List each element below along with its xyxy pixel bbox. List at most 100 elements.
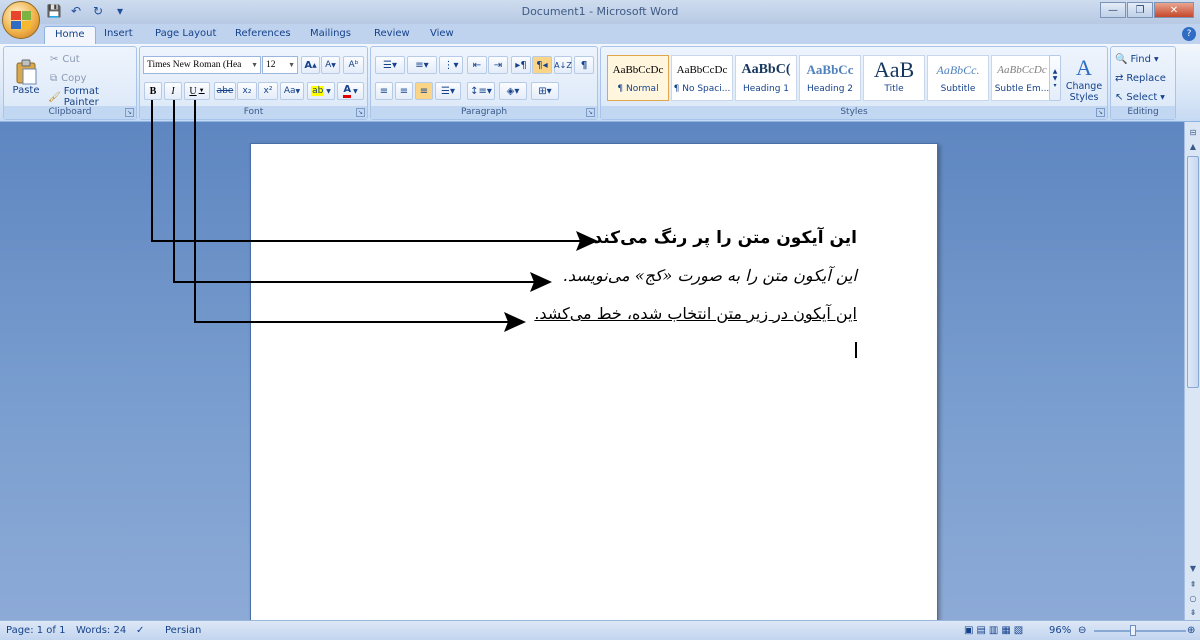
tab-view[interactable]: View [430, 26, 454, 44]
style-no-spacing[interactable]: AaBbCcDc ¶ No Spaci... [671, 55, 733, 101]
vertical-scrollbar[interactable]: ⊟ ▲ ▼ ⇞ ○ ⇟ [1184, 122, 1200, 620]
tab-mailings[interactable]: Mailings [310, 26, 351, 44]
maximize-button[interactable]: ❐ [1127, 2, 1153, 18]
subscript-button[interactable]: x₂ [237, 82, 257, 100]
format-painter-label: Format Painter [63, 86, 99, 108]
increase-indent-button[interactable]: ⇥ [488, 56, 508, 74]
styles-launcher-icon[interactable]: ↘ [1096, 108, 1105, 117]
cut-button[interactable]: ✂ Cut [50, 52, 80, 66]
scroll-thumb[interactable] [1187, 156, 1199, 388]
underline-button[interactable]: U ▼ [184, 82, 210, 100]
ribbon: Paste ✂ Cut ⧉ Copy 🖌 Format Painter Clipboa… [0, 44, 1200, 122]
zoom-slider[interactable] [1094, 630, 1186, 632]
tab-insert[interactable]: Insert [104, 26, 133, 44]
font-group: Times New Roman (Hea ▼ 12 ▼ A ▲ A ▼ Aᵇ B I U… [139, 46, 368, 120]
scroll-down-icon[interactable]: ▼ [1186, 562, 1200, 576]
zoom-out-icon[interactable]: ⊖ [1078, 625, 1086, 636]
sort-icon: A↓Z [554, 60, 572, 70]
shading-button[interactable]: ◈▾ [499, 82, 527, 100]
replace-button[interactable]: ⇄ Replace [1115, 71, 1166, 85]
minimize-button[interactable]: — [1100, 2, 1126, 18]
clipboard-group-label: Clipboard [4, 106, 136, 119]
paragraph-launcher-icon[interactable]: ↘ [586, 108, 595, 117]
word-count[interactable]: Words: 24 [76, 625, 126, 636]
superscript-button[interactable]: x² [258, 82, 278, 100]
format-painter-button[interactable]: 🖌 Format Painter [48, 86, 136, 108]
replace-icon: ⇄ [1115, 72, 1124, 84]
zoom-level[interactable]: 96% [1049, 625, 1071, 636]
grow-font-button[interactable]: A ▲ [301, 56, 320, 74]
font-launcher-icon[interactable]: ↘ [356, 108, 365, 117]
tab-review[interactable]: Review [374, 26, 410, 44]
zoom-slider-thumb[interactable] [1130, 625, 1136, 636]
style-heading-1[interactable]: AaBbC( Heading 1 [735, 55, 797, 101]
view-buttons[interactable]: ▣▤▥▦▧ [964, 625, 1026, 636]
strikethrough-button[interactable]: abe [214, 82, 236, 100]
tab-references[interactable]: References [235, 26, 291, 44]
style-title[interactable]: AaB Title [863, 55, 925, 101]
style-normal[interactable]: AaBbCcDc ¶ Normal [607, 55, 669, 101]
borders-button[interactable]: ⊞▾ [531, 82, 559, 100]
clipboard-launcher-icon[interactable]: ↘ [125, 108, 134, 117]
bold-button[interactable]: B [144, 82, 162, 100]
align-right-button[interactable]: ≡ [415, 82, 433, 100]
document-page[interactable]: این آیکون متن را پر رنگ می‌کند. این آیکو… [250, 143, 938, 623]
language-indicator[interactable]: Persian [165, 625, 201, 636]
find-label: Find [1130, 53, 1151, 65]
bold-text-line[interactable]: این آیکون متن را پر رنگ می‌کند. [587, 228, 857, 248]
numbering-button[interactable]: ≡▾ [407, 56, 437, 74]
font-color-button[interactable]: A ▼ [337, 82, 364, 100]
multilevel-list-button[interactable]: ⋮▾ [439, 56, 463, 74]
zoom-in-icon[interactable]: ⊕ [1187, 625, 1195, 636]
clear-formatting-button[interactable]: Aᵇ [343, 56, 364, 74]
align-center-button[interactable]: ≡ [395, 82, 413, 100]
italic-button[interactable]: I [164, 82, 182, 100]
next-page-icon[interactable]: ⇟ [1186, 606, 1200, 620]
highlight-button[interactable]: ab ▼ [307, 82, 335, 100]
change-case-icon: Aa [283, 86, 296, 96]
copy-button[interactable]: ⧉ Copy [50, 71, 87, 85]
font-name-box[interactable]: Times New Roman (Hea ▼ [143, 56, 261, 74]
italic-text-line[interactable]: این آیکون متن را به صورت «کج» می‌نویسد. [563, 266, 857, 285]
paste-button[interactable]: Paste [8, 51, 44, 103]
sort-button[interactable]: A↓Z [554, 56, 572, 74]
select-button[interactable]: ↖ Select ▼ [1115, 90, 1165, 104]
help-icon[interactable]: ? [1182, 27, 1196, 41]
find-button[interactable]: 🔍 Find ▼ [1115, 52, 1159, 66]
borders-icon: ⊞▾ [538, 85, 552, 97]
font-size-box[interactable]: 12 ▼ [262, 56, 298, 74]
previous-page-icon[interactable]: ⇞ [1186, 578, 1200, 592]
ruler-toggle-icon[interactable]: ⊟ [1186, 126, 1200, 140]
scroll-up-icon[interactable]: ▲ [1186, 140, 1200, 154]
change-styles-button[interactable]: A Change Styles [1063, 51, 1105, 107]
select-browse-object-icon[interactable]: ○ [1186, 592, 1200, 606]
ltr-button[interactable]: ▸¶ [511, 56, 531, 74]
office-button[interactable] [2, 1, 40, 39]
page-count[interactable]: Page: 1 of 1 [6, 625, 65, 636]
styles-scroll[interactable]: ▲ ▼ ▾ [1049, 55, 1061, 101]
style-heading-2[interactable]: AaBbCc Heading 2 [799, 55, 861, 101]
window-title: Document1 - Microsoft Word [521, 5, 679, 18]
shrink-font-button[interactable]: A ▼ [321, 56, 340, 74]
style-sample: AaBbCcDc [997, 64, 1047, 76]
tab-page-layout[interactable]: Page Layout [155, 26, 216, 44]
show-marks-button[interactable]: ¶ [574, 56, 594, 74]
change-case-button[interactable]: Aa ▼ [280, 82, 304, 100]
style-subtle-emphasis[interactable]: AaBbCcDc Subtle Em... [991, 55, 1053, 101]
tab-home[interactable]: Home [44, 26, 96, 44]
close-button[interactable]: ✕ [1154, 2, 1194, 18]
align-left-button[interactable]: ≡ [375, 82, 393, 100]
style-subtitle[interactable]: AaBbCc. Subtitle [927, 55, 989, 101]
rtl-button[interactable]: ¶◂ [532, 56, 552, 74]
bullets-button[interactable]: ☰▾ [375, 56, 405, 74]
decrease-indent-button[interactable]: ⇤ [467, 56, 487, 74]
style-name: ¶ Normal [617, 84, 659, 94]
line-spacing-button[interactable]: ↕≡▾ [467, 82, 495, 100]
paintbrush-icon: 🖌 [48, 91, 61, 103]
underlined-text-line[interactable]: این آیکون در زیر متن انتخاب شده، خط می‌ک… [534, 304, 857, 323]
rtl-icon: ¶◂ [536, 59, 548, 71]
justify-button[interactable]: ☰▾ [435, 82, 461, 100]
chevron-down-icon: ▼ [288, 61, 295, 69]
binoculars-icon: 🔍 [1115, 53, 1128, 65]
proofing-icon[interactable]: ✓ [136, 625, 144, 636]
